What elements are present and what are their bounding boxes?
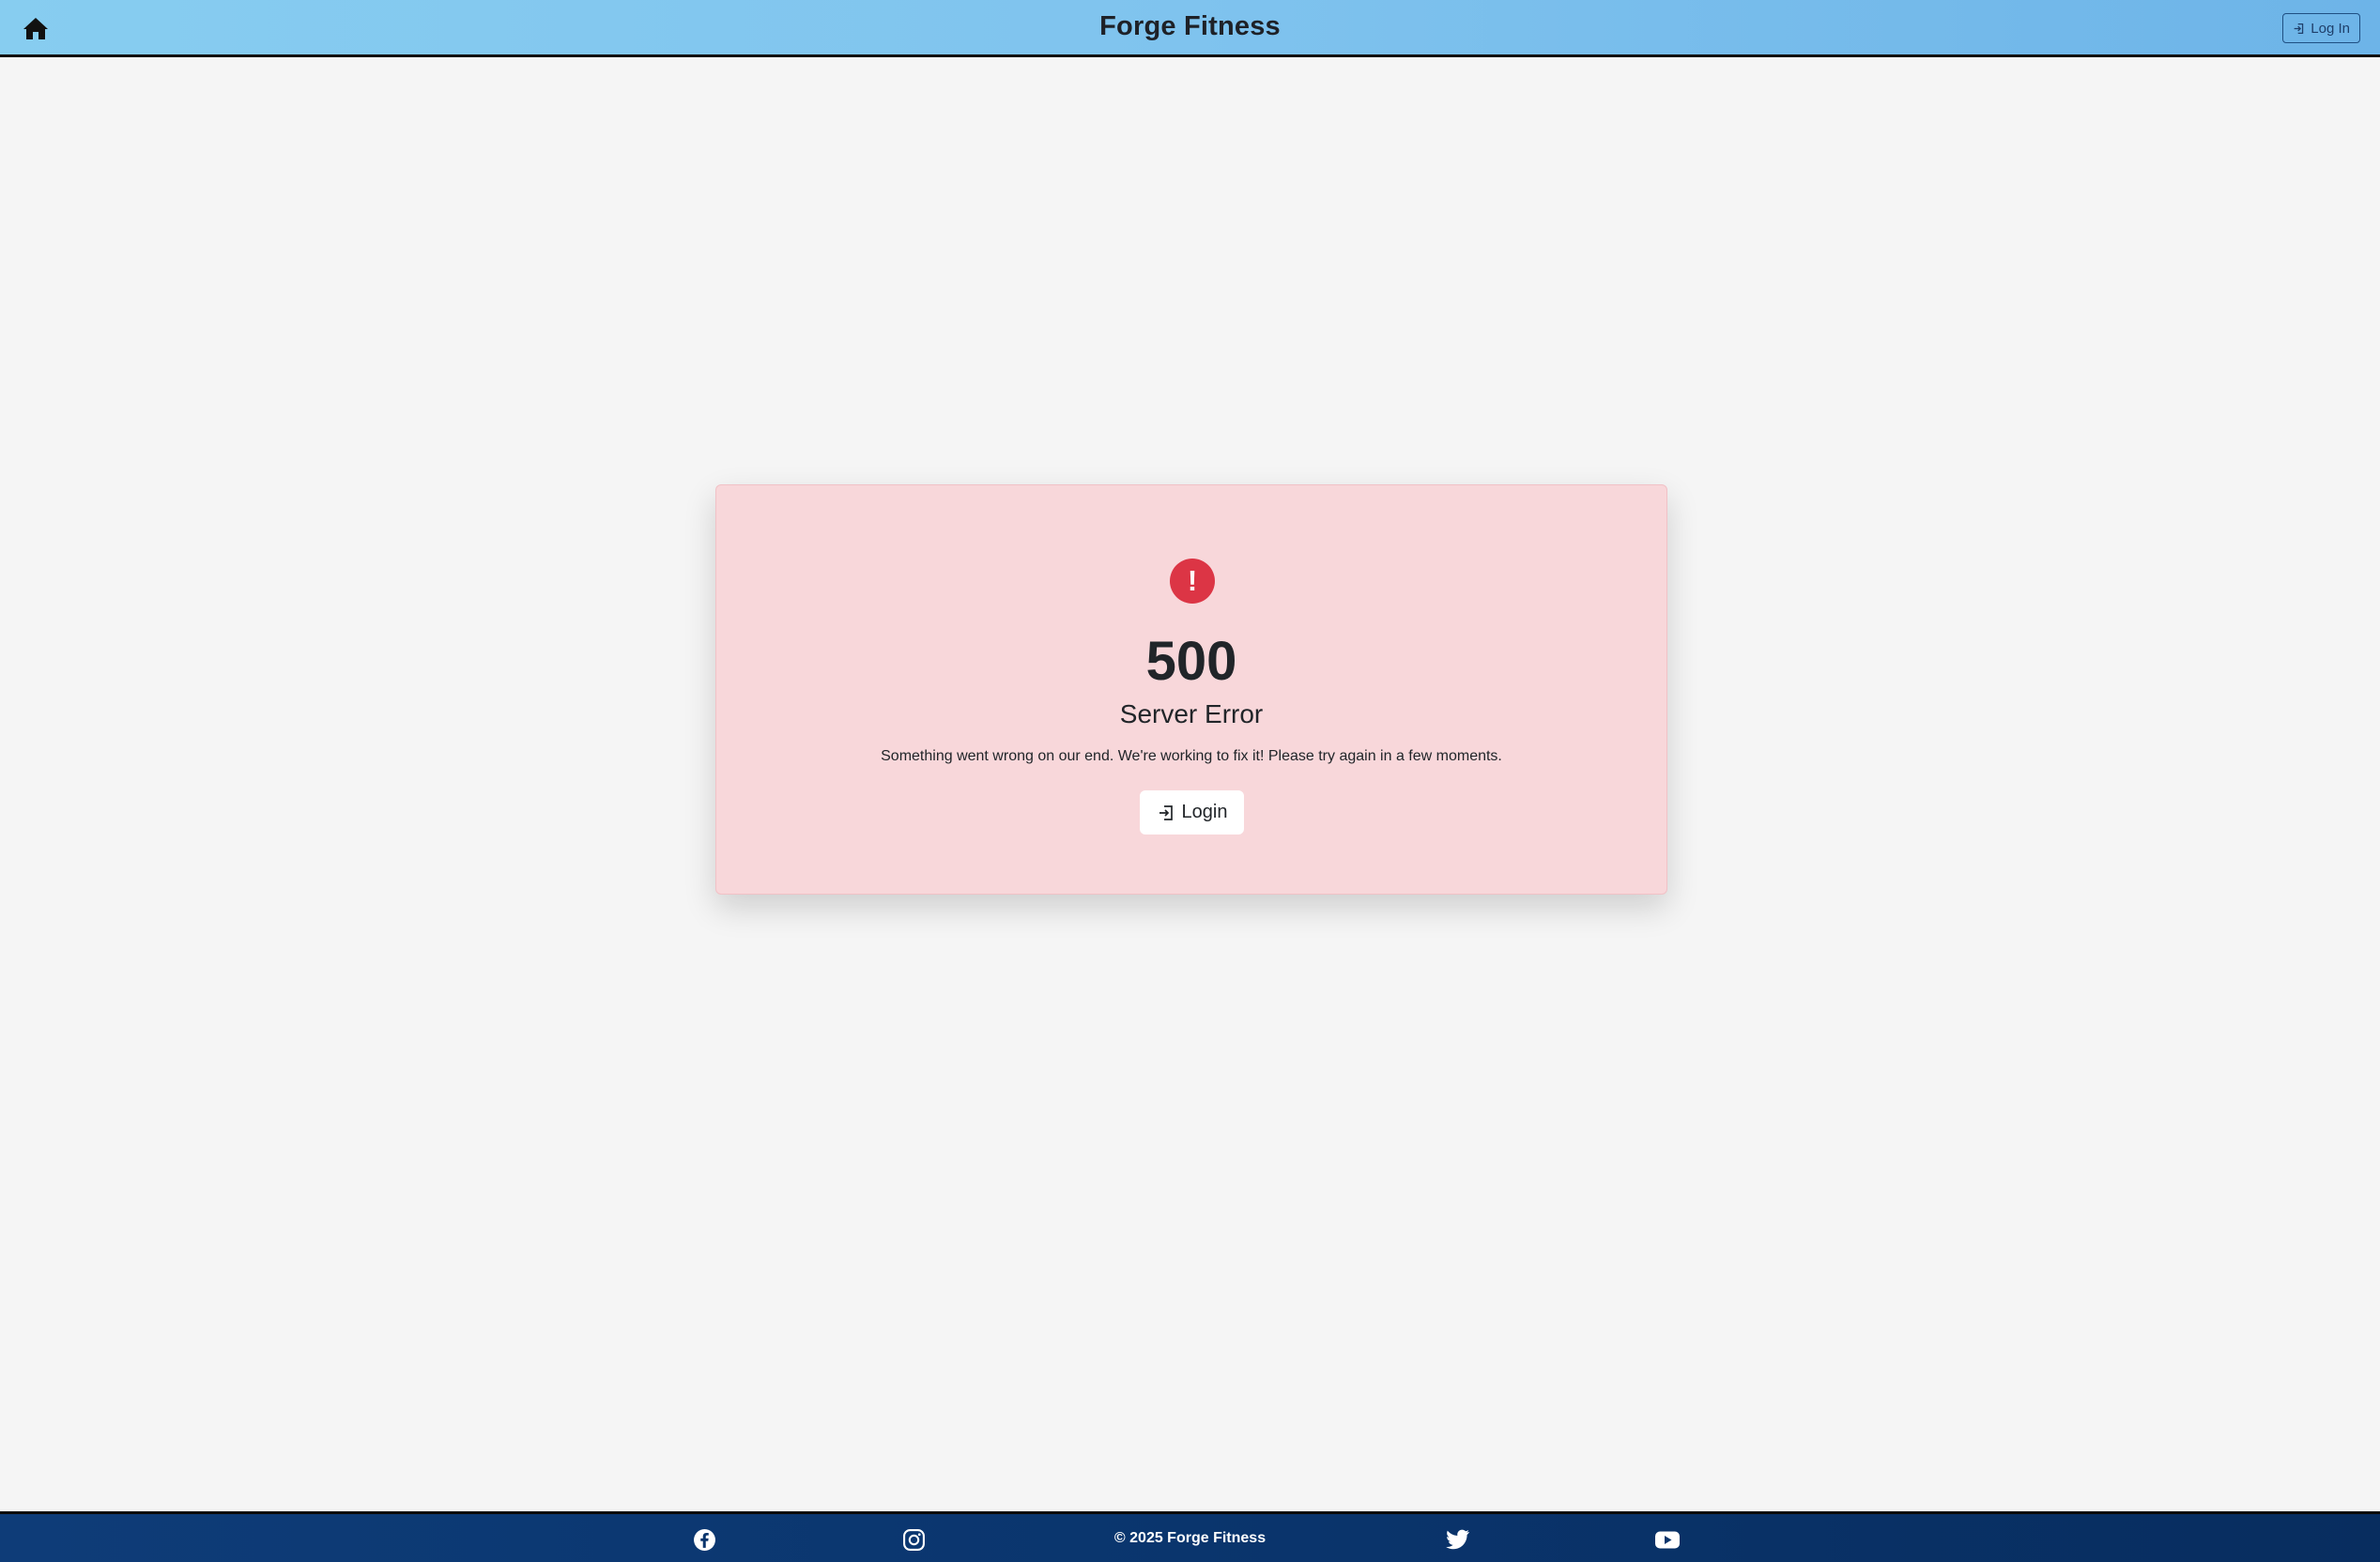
app-title: Forge Fitness bbox=[1099, 11, 1281, 41]
copyright-text: © 2025 Forge Fitness bbox=[1113, 1530, 1267, 1546]
error-code: 500 bbox=[1145, 631, 1237, 692]
header-login-label: Log In bbox=[2311, 20, 2350, 37]
login-icon bbox=[2294, 23, 2304, 34]
youtube-icon bbox=[1655, 1531, 1680, 1548]
error-message: Something went wrong on our end. We're w… bbox=[881, 748, 1502, 764]
login-button-label: Login bbox=[1181, 802, 1228, 822]
login-icon bbox=[1159, 804, 1173, 820]
top-header: Forge Fitness Log In bbox=[0, 0, 2380, 57]
twitter-link[interactable] bbox=[1446, 1527, 1470, 1552]
youtube-link[interactable] bbox=[1654, 1527, 1681, 1552]
error-title: Server Error bbox=[1119, 699, 1264, 728]
footer: © 2025 Forge Fitness bbox=[0, 1511, 2380, 1562]
error-card: ! 500 Server Error Something went wrong … bbox=[715, 484, 1667, 895]
login-button[interactable]: Login bbox=[1140, 790, 1244, 835]
header-login-button[interactable]: Log In bbox=[2282, 13, 2360, 43]
twitter-icon bbox=[1446, 1529, 1469, 1550]
exclamation-circle-icon: ! bbox=[1170, 559, 1215, 604]
